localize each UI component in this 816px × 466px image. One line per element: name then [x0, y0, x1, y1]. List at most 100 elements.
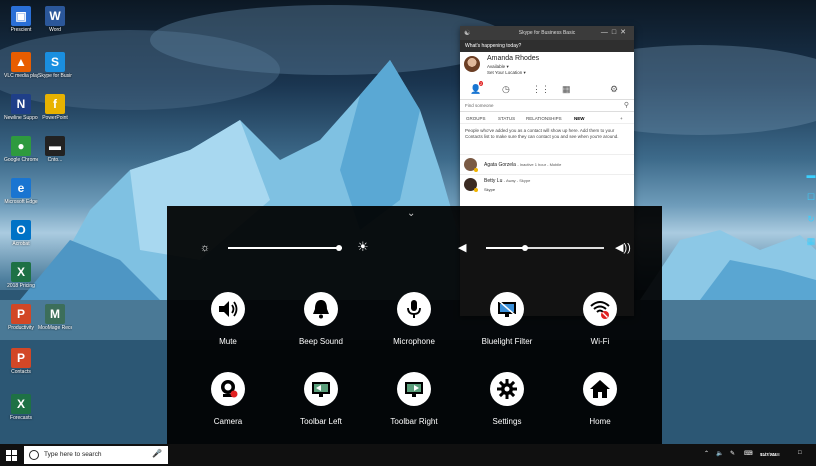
desktop-icon-label: Skype for Business [38, 73, 72, 79]
search-icon: ⚲ [623, 102, 629, 109]
volume-slider[interactable] [486, 245, 604, 251]
history-icon[interactable]: ◷ [502, 84, 510, 95]
dock-icon[interactable]: ↻ [806, 214, 816, 228]
desktop-icon-label: Newline Support [4, 115, 38, 121]
microphone-icon[interactable]: 🎤 [152, 449, 162, 458]
contact-tabs: GROUPS STATUS RELATIONSHIPS NEW + [460, 112, 634, 124]
desktop-icon[interactable]: N Newline Support [4, 94, 38, 121]
desktop-icon[interactable]: f PowerPoint [38, 94, 72, 121]
desktop-icon[interactable]: e Microsoft Edge [4, 178, 38, 205]
brightness-high-icon: ☀ [357, 239, 369, 254]
new-contacts-info: People who've added you as a contact wil… [465, 128, 619, 139]
home-icon [583, 372, 617, 406]
window-controls[interactable]: —□✕ [601, 28, 630, 36]
dialpad-icon[interactable]: ⋮⋮ [532, 84, 550, 95]
mute-label: Mute [219, 337, 237, 346]
location-dropdown[interactable]: Set Your Location ▾ [487, 70, 526, 76]
tab-new[interactable]: NEW [574, 116, 585, 121]
brightness-fill [228, 247, 339, 249]
tab-relationships[interactable]: RELATIONSHIPS [526, 116, 562, 121]
tab-groups[interactable]: GROUPS [466, 116, 486, 121]
dock-icon[interactable]: ▦ [806, 236, 816, 250]
camera-icon [211, 372, 245, 406]
mute-button[interactable]: Mute [184, 292, 272, 352]
microphone-icon [397, 292, 431, 326]
contact-item[interactable]: Betty Lu - Away - Skype Skype [460, 174, 634, 194]
windows-start-icon[interactable] [6, 450, 17, 461]
skype-titlebar[interactable]: ☯ Skype for Business Basic —□✕ [460, 26, 634, 40]
desktop-icon-label: PowerPoint [42, 115, 68, 121]
meetings-icon[interactable]: ▦ [562, 84, 571, 95]
edge-dock: ▬ ☐ ↻ ▦ [806, 162, 816, 270]
newline-icon: N [11, 94, 31, 114]
desktop-icon-label: Word [49, 27, 61, 33]
excel-icon-2: X [11, 394, 31, 414]
desktop-icon-label: Contacts [11, 369, 31, 375]
edge-icon: e [11, 178, 31, 198]
wifi-off-icon [583, 292, 617, 326]
monitor-filter-icon [490, 292, 524, 326]
chevron-down-icon[interactable]: ⌄ [407, 208, 415, 219]
toolbar-right-label: Toolbar Right [390, 417, 438, 426]
keyboard-icon[interactable]: ⌨ [744, 450, 753, 457]
wifi-button[interactable]: Wi-Fi [556, 292, 644, 352]
settings-button[interactable]: Settings [463, 372, 551, 432]
brightness-low-icon: ☼ [200, 242, 211, 254]
find-someone-input[interactable]: Find someone ⚲ [460, 100, 634, 112]
dock-icon[interactable]: ▬ [806, 170, 816, 184]
desktop-icon[interactable]: P Productivity [4, 304, 38, 331]
chevron-up-icon[interactable]: ⌃ [704, 450, 709, 457]
add-contact-icon[interactable]: + [620, 116, 623, 121]
whats-happening-input[interactable]: What's happening today? [460, 40, 634, 52]
contact-name: Agata Gorzela [484, 162, 516, 168]
tab-status[interactable]: STATUS [498, 116, 515, 121]
brightness-slider[interactable] [228, 245, 342, 251]
volume-knob[interactable] [522, 245, 528, 251]
desktop-icon[interactable]: O Acrobat [4, 220, 38, 247]
dock-icon[interactable]: ☐ [806, 192, 816, 206]
outlook-icon: O [11, 220, 31, 240]
avatar[interactable] [464, 56, 480, 72]
desktop-icon-label: MooMage Receiver [38, 325, 72, 331]
taskbar: Type here to search 🎤 ⌃ 🔈 ✎ ⌨ 9:47 AM 11… [0, 444, 816, 466]
options-gear-icon[interactable]: ⚙ [610, 84, 618, 95]
bluelight-filter-button[interactable]: Bluelight Filter [463, 292, 551, 352]
profile-name: Amanda Rhodes [487, 55, 540, 62]
app-icon: ▬ [45, 136, 65, 156]
desktop-icon[interactable]: X Forecasts [4, 394, 38, 421]
desktop-icon-label: 2018 Pricing [7, 283, 35, 289]
notification-icon[interactable]: □ [798, 450, 802, 456]
desktop-icon-label: Forecasts [10, 415, 32, 421]
desktop-icon[interactable]: W Word [38, 6, 72, 33]
bluelight-filter-label: Bluelight Filter [481, 337, 533, 346]
desktop-icon[interactable]: ▲VLC media player [4, 52, 38, 79]
microphone-button[interactable]: Microphone [370, 292, 458, 352]
desktop-icon[interactable]: MMooMage Receiver [38, 304, 72, 331]
skype-nav: 👤 2 ◷ ⋮⋮ ▦ ⚙ [460, 80, 634, 100]
desktop-icon[interactable]: SSkype for Business [38, 52, 72, 79]
toolbar-left-label: Toolbar Left [300, 417, 342, 426]
desktop-icon[interactable]: ▣ Prescient [4, 6, 38, 33]
desktop-icon[interactable]: X 2018 Pricing [4, 262, 38, 289]
volume-icon[interactable]: 🔈 [716, 450, 723, 457]
receiver-icon: M [45, 304, 65, 324]
desktop-icon[interactable]: ▬ Cnto... [38, 136, 72, 163]
toolbar-right-icon [397, 372, 431, 406]
toolbar-left-button[interactable]: Toolbar Left [277, 372, 365, 432]
desktop-icon[interactable]: ● Google Chrome [4, 136, 38, 163]
brightness-knob[interactable] [336, 245, 342, 251]
camera-button[interactable]: Camera [184, 372, 272, 432]
volume-fill [486, 247, 525, 249]
skype-profile: Amanda Rhodes Available ▾ Set Your Locat… [460, 52, 634, 80]
bin-icon: ▣ [11, 6, 31, 26]
taskbar-search-input[interactable]: Type here to search 🎤 [24, 446, 168, 464]
home-button[interactable]: Home [556, 372, 644, 432]
wifi-label: Wi-Fi [590, 337, 610, 346]
gear-icon [490, 372, 524, 406]
toolbar-right-button[interactable]: Toolbar Right [370, 372, 458, 432]
desktop-icon[interactable]: P Contacts [4, 348, 38, 375]
home-label: Home [589, 417, 611, 426]
contact-item[interactable]: Agata Gorzela - Inactive 1 hour - Mobile [460, 154, 634, 174]
pen-icon[interactable]: ✎ [730, 450, 735, 457]
beep-sound-button[interactable]: Beep Sound [277, 292, 365, 352]
